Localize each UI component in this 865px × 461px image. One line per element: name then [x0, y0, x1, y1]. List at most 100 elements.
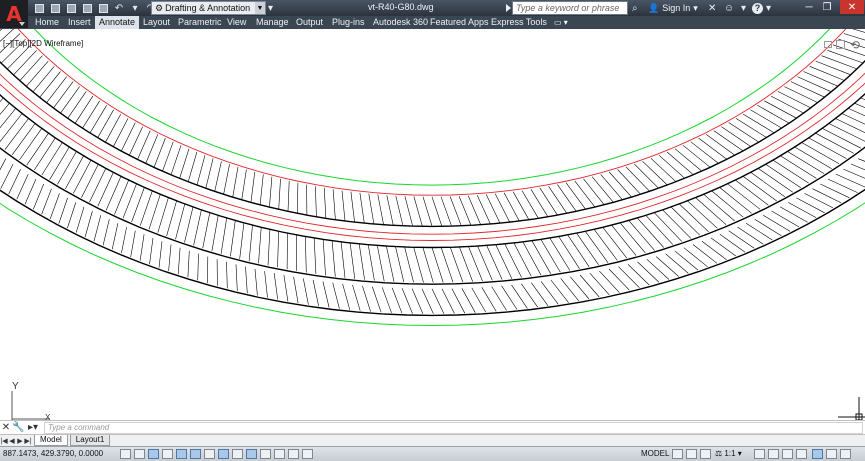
autocad-window: A ↶ ▾ ↷ ▾ ⚙ Drafting & Annotation ▼ ▾ vt… [0, 0, 865, 461]
status-bar: 887.1473, 429.3790, 0.0000 MODEL ⚖ 1:1 ▾ [0, 446, 865, 461]
search-input[interactable]: Type a keyword or phrase [512, 1, 628, 15]
tab-manage[interactable]: Manage [252, 16, 293, 29]
tab-output[interactable]: Output [292, 16, 327, 29]
workspace-switching-icon[interactable] [754, 449, 765, 459]
selection-cycling-icon[interactable] [302, 449, 313, 459]
coordinate-readout: 887.1473, 429.3790, 0.0000 [3, 449, 104, 458]
dynamic-input-icon[interactable] [246, 449, 257, 459]
sign-in-button[interactable]: 👤 Sign In ▾ [648, 1, 698, 15]
chevron-down-icon: ▾ [693, 2, 698, 13]
workspace-switcher[interactable]: ⚙ Drafting & Annotation ▼ [151, 1, 266, 15]
next-tab-icon[interactable]: ▶ [16, 437, 24, 445]
qat-customize-icon[interactable]: ▾ [268, 1, 273, 15]
outer-boundary-line [0, 202, 865, 327]
tab-express-tools[interactable]: Express Tools [487, 16, 551, 29]
tab-home[interactable]: Home [31, 16, 63, 29]
tab-parametric[interactable]: Parametric [174, 16, 226, 29]
close-button[interactable]: ✕ [840, 0, 864, 14]
user-icon: 👤 [648, 2, 660, 13]
help-dropdown-icon[interactable]: ▾ [766, 1, 771, 15]
sign-in-label: Sign In [662, 3, 691, 13]
tab-plug-ins[interactable]: Plug-ins [328, 16, 369, 29]
gear-icon: ⚙ [155, 2, 164, 13]
viewport-restore-icon[interactable] [836, 40, 845, 49]
crosshair-cursor [838, 397, 865, 420]
object-snap-tracking-icon[interactable] [218, 449, 229, 459]
polar-tracking-icon[interactable] [176, 449, 187, 459]
annotation-visibility-icon[interactable] [700, 449, 711, 459]
tab-autodesk-360[interactable]: Autodesk 360 [369, 16, 432, 29]
save-as-icon[interactable] [80, 2, 94, 14]
annotation-scale[interactable]: ⚖ 1:1 ▾ [715, 449, 742, 458]
open-file-icon[interactable] [48, 2, 62, 14]
quick-view-drawings-icon[interactable] [686, 449, 697, 459]
application-status-icon[interactable] [812, 449, 823, 459]
tab-layout[interactable]: Layout [139, 16, 174, 29]
new-file-icon[interactable] [32, 2, 46, 14]
stay-connected-icon[interactable]: ☺ [724, 1, 734, 15]
tab-insert[interactable]: Insert [64, 16, 95, 29]
undo-dropdown-icon[interactable]: ▾ [128, 2, 142, 14]
inner-boundary-line [33, 29, 831, 186]
model-space-button[interactable]: MODEL [641, 449, 669, 458]
exchange-apps-icon[interactable]: ✕ [708, 1, 716, 15]
annotation-scale-icon: ⚖ [715, 449, 723, 458]
maximize-button[interactable]: ❐ [818, 0, 836, 14]
previous-tab-icon[interactable]: ◀ [8, 437, 16, 445]
viewcube-compass-icon[interactable]: ⟲ [848, 38, 862, 52]
annotation-scale-value: 1:1 [724, 449, 736, 458]
quick-properties-icon[interactable] [288, 449, 299, 459]
hardware-acceleration-icon[interactable] [782, 449, 793, 459]
undo-icon[interactable]: ↶ [112, 2, 126, 14]
viewport-controls-label[interactable]: [−][Top][2D Wireframe] [3, 39, 83, 48]
lineweight-icon[interactable] [260, 449, 271, 459]
help-icon[interactable]: ? [752, 1, 763, 15]
infer-constraints-icon[interactable] [120, 449, 131, 459]
command-input[interactable]: Type a command [44, 421, 863, 434]
transparency-icon[interactable] [274, 449, 285, 459]
close-icon[interactable]: ✕ [0, 422, 12, 433]
quick-view-layouts-icon[interactable] [672, 449, 683, 459]
centre-offset-line-1 [0, 72, 865, 235]
tab-model[interactable]: Model [34, 435, 68, 446]
minimize-button[interactable]: ─ [800, 0, 818, 14]
recent-commands-icon[interactable]: ▸▾ [24, 422, 42, 433]
clean-screen-icon[interactable] [840, 449, 851, 459]
lightbulb-icon[interactable] [826, 449, 837, 459]
first-tab-icon[interactable]: |◀ [0, 437, 8, 445]
application-menu-button[interactable]: A [0, 0, 28, 28]
centre-offset-line-2 [0, 82, 865, 241]
search-expand-icon[interactable] [506, 4, 511, 12]
isolate-objects-icon[interactable] [796, 449, 807, 459]
outer-edge-line [0, 146, 865, 285]
plot-icon[interactable] [96, 2, 110, 14]
grid-display-icon[interactable] [148, 449, 159, 459]
last-tab-icon[interactable]: ▶| [24, 437, 32, 445]
ribbon-tabs: Home Insert Annotate Layout Parametric V… [0, 16, 865, 29]
dynamic-ucs-icon[interactable] [232, 449, 243, 459]
info-icon[interactable]: ▾ [741, 1, 746, 15]
tab-annotate[interactable]: Annotate [95, 16, 140, 29]
inner-offset-line [17, 29, 847, 196]
upper-edge-line [0, 59, 865, 228]
wrench-icon[interactable]: 🔧 [12, 422, 24, 433]
document-title: vt-R40-G80.dwg [368, 2, 434, 12]
lower-edge-line [0, 93, 865, 249]
lock-icon[interactable] [768, 449, 779, 459]
viewport-minimize-icon[interactable] [824, 41, 832, 48]
3d-object-snap-icon[interactable] [204, 449, 215, 459]
save-icon[interactable] [64, 2, 78, 14]
chevron-down-icon [19, 22, 25, 26]
search-icon[interactable]: ⌕ [632, 1, 638, 15]
command-line: ✕ 🔧 ▸▾ Type a command [0, 420, 865, 434]
drawing-canvas[interactable] [0, 29, 865, 420]
workspace-label: Drafting & Annotation [165, 3, 251, 13]
layout-tabs: |◀ ◀ ▶ ▶| Model Layout1 [0, 434, 865, 446]
object-snap-icon[interactable] [190, 449, 201, 459]
ribbon-minimize-icon[interactable]: ▭ ▾ [554, 18, 568, 27]
tab-view[interactable]: View [223, 16, 250, 29]
ortho-mode-icon[interactable] [162, 449, 173, 459]
snap-mode-icon[interactable] [134, 449, 145, 459]
tab-featured-apps[interactable]: Featured Apps [426, 16, 493, 29]
tab-layout1[interactable]: Layout1 [69, 435, 111, 446]
